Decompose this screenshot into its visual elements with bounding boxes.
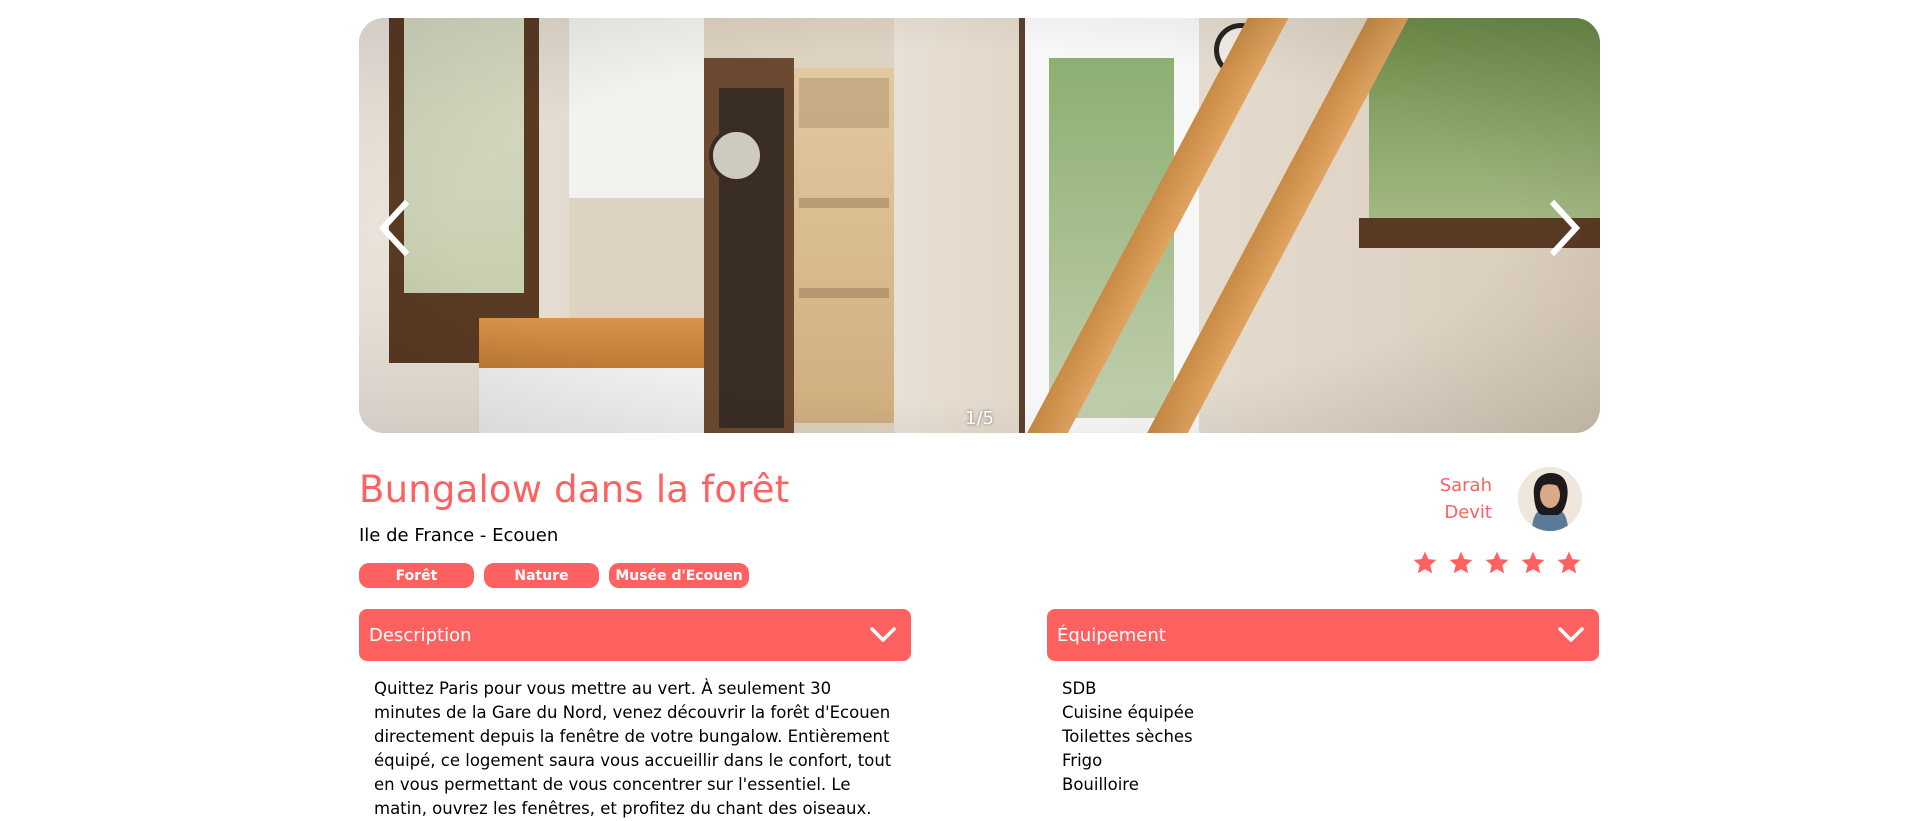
equipment-toggle[interactable]: Équipement — [1047, 609, 1599, 661]
star-filled-icon — [1521, 551, 1545, 574]
host-name: Sarah Devit — [1440, 472, 1492, 526]
star-filled-icon — [1413, 551, 1437, 574]
equipment-item: Cuisine équipée — [1062, 703, 1195, 722]
description-text: Quittez Paris pour vous mettre au vert. … — [374, 679, 892, 818]
host-portrait-icon — [1518, 467, 1582, 531]
host-last-name: Devit — [1444, 502, 1492, 523]
rating-stars — [1412, 550, 1582, 576]
equipment-item: Toilettes sèches — [1062, 727, 1193, 746]
host-info: Sarah Devit — [1440, 467, 1582, 531]
host-avatar — [1518, 467, 1582, 531]
photo-gallery: 1/5 — [359, 18, 1600, 433]
chevron-right-icon — [1549, 199, 1581, 257]
tag-list: Forêt Nature Musée d'Ecouen — [359, 563, 749, 588]
equipment-item: Frigo — [1062, 751, 1103, 770]
description-label: Description — [369, 624, 472, 646]
listing-title: Bungalow dans la forêt — [359, 468, 790, 511]
star-filled-icon — [1449, 551, 1473, 574]
chevron-left-icon — [378, 199, 410, 257]
chevron-down-icon — [1558, 627, 1584, 642]
gallery-photo — [359, 18, 1600, 433]
tag: Musée d'Ecouen — [609, 563, 749, 588]
star-filled-icon — [1557, 551, 1581, 574]
star-filled-icon — [1485, 551, 1509, 574]
photo-counter: 1/5 — [965, 408, 994, 429]
host-first-name: Sarah — [1439, 475, 1492, 496]
logement-page: 1/5 Bungalow dans la forêt Ile de France… — [359, 18, 1600, 818]
description-collapse: Description Quittez Paris pour vous mett… — [359, 609, 911, 821]
equipment-list: SDB Cuisine équipée Toilettes sèches Fri… — [1062, 677, 1584, 797]
equipment-item: Bouilloire — [1062, 775, 1139, 794]
tag: Forêt — [359, 563, 474, 588]
next-photo-button[interactable] — [1540, 188, 1588, 268]
equipment-item: SDB — [1062, 679, 1097, 698]
description-toggle[interactable]: Description — [359, 609, 911, 661]
previous-photo-button[interactable] — [371, 188, 419, 268]
listing-location: Ile de France - Ecouen — [359, 525, 559, 546]
equipment-collapse: Équipement SDB Cuisine équipée Toilettes… — [1047, 609, 1599, 797]
tag: Nature — [484, 563, 599, 588]
equipment-label: Équipement — [1057, 624, 1166, 646]
chevron-down-icon — [870, 627, 896, 642]
